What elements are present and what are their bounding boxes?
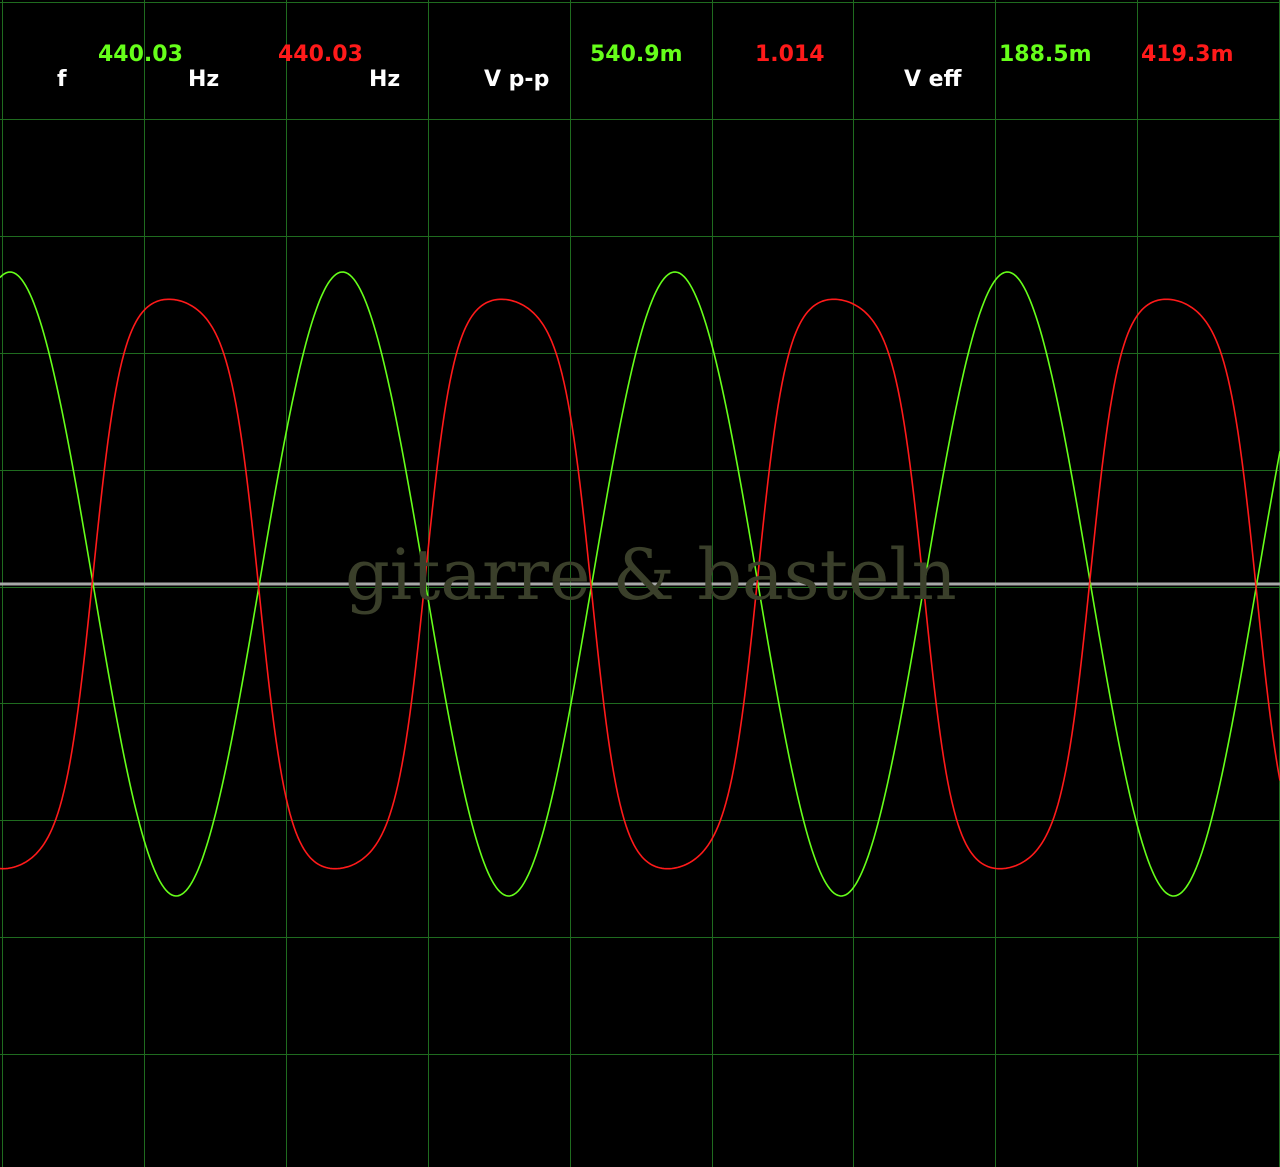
frequency-ch1-value: 440.03 [98,42,183,67]
vpp-ch2-value: 1.014 [755,42,825,67]
watermark-text: gitarre & basteln [345,534,957,616]
frequency-ch1-unit: Hz [188,67,220,92]
vpp-label: V p-p [484,67,550,92]
vpp-ch1-value: 540.9m [590,42,683,67]
veff-ch1-value: 188.5m [999,42,1092,67]
frequency-ch2-unit: Hz [369,67,401,92]
veff-label: V eff [904,67,962,92]
veff-ch2-value: 419.3m [1141,42,1234,67]
frequency-ch2-value: 440.03 [278,42,363,67]
oscilloscope-screen: gitarre & basteln f 440.03 Hz 440.03 Hz … [0,0,1280,1167]
frequency-label: f [57,67,67,92]
